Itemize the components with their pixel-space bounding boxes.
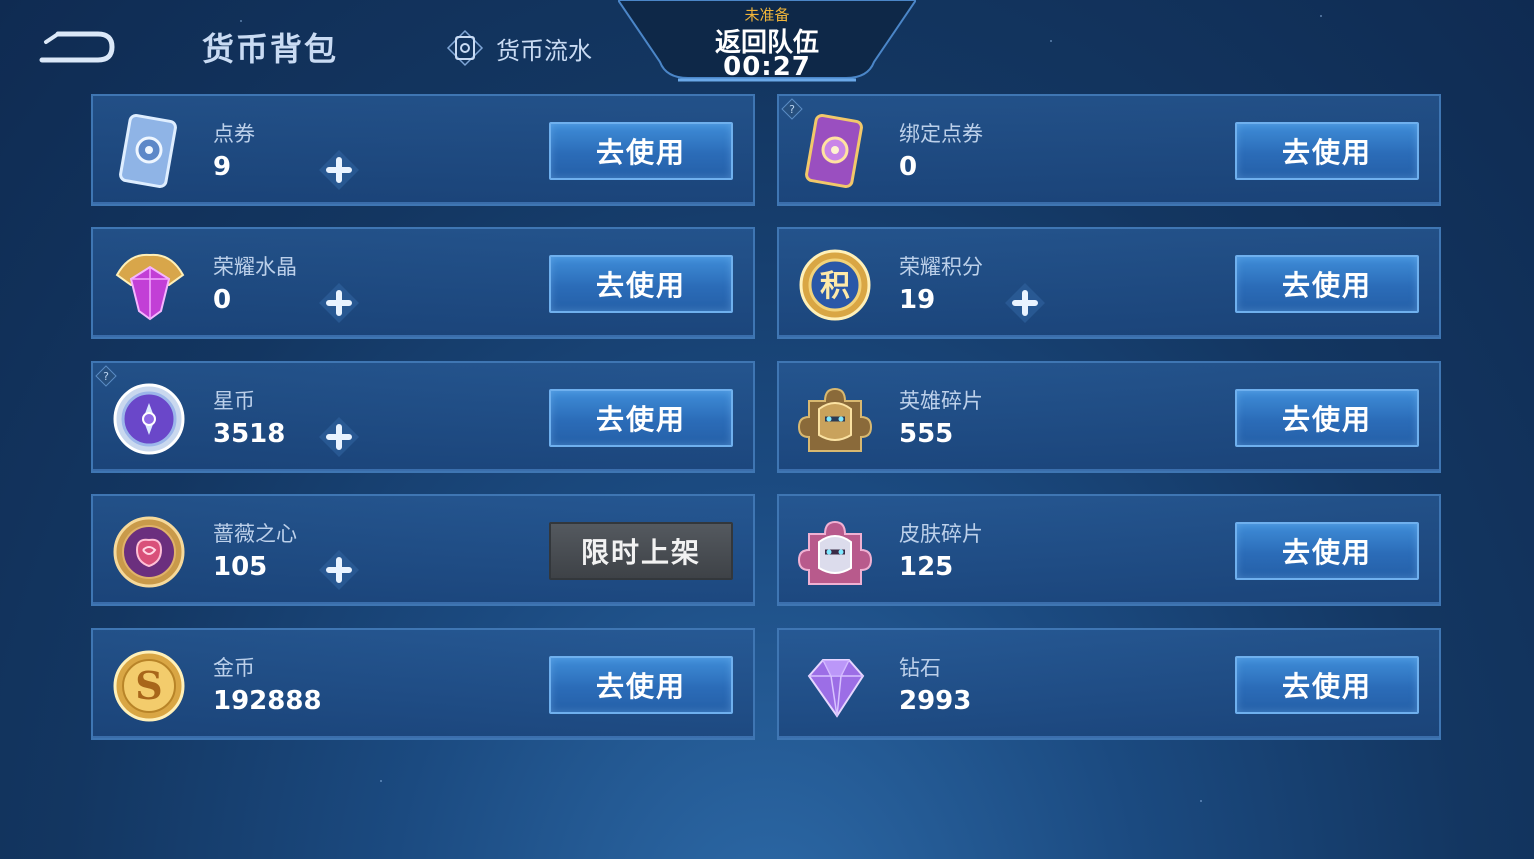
currency-amount: 192888: [213, 686, 322, 716]
use-button[interactable]: 去使用: [1235, 122, 1419, 180]
currency-name: 荣耀积分: [899, 255, 983, 279]
currency-card-hero-fragment: 英雄碎片 555 去使用: [777, 361, 1441, 473]
currency-card-rose-heart: 蔷薇之心 105 限时上架: [91, 494, 755, 606]
hero-fragment-icon: [797, 387, 873, 452]
use-button[interactable]: 去使用: [549, 656, 733, 714]
currency-card-skin-fragment: 皮肤碎片 125 去使用: [777, 494, 1441, 606]
use-button[interactable]: 去使用: [549, 255, 733, 313]
currency-card-diamond: 钻石 2993 去使用: [777, 628, 1441, 740]
plus-icon[interactable]: [317, 281, 361, 325]
currency-amount: 555: [899, 419, 954, 449]
currency-amount: 9: [213, 152, 232, 182]
plus-icon[interactable]: [317, 415, 361, 459]
currency-flow-link[interactable]: 货币流水: [446, 28, 592, 68]
background-star: [240, 20, 242, 22]
currency-name: 皮肤碎片: [899, 522, 983, 546]
limited-time-button[interactable]: 限时上架: [549, 522, 733, 580]
currency-amount: 125: [899, 552, 954, 582]
currency-name: 金币: [213, 656, 255, 680]
bound-ticket-icon: [805, 113, 863, 189]
currency-name: 蔷薇之心: [213, 522, 297, 546]
plus-icon[interactable]: [317, 148, 361, 192]
glory-points-icon: 积: [799, 249, 871, 321]
skin-fragment-icon: [797, 520, 873, 585]
back-button[interactable]: [36, 26, 118, 68]
currency-card-gold-coin: S 金币 192888 去使用: [91, 628, 755, 740]
currency-name: 英雄碎片: [899, 389, 983, 413]
plus-icon[interactable]: [317, 548, 361, 592]
background-star: [1050, 40, 1052, 42]
ticket-icon: [119, 113, 177, 189]
use-button[interactable]: 去使用: [1235, 255, 1419, 313]
glory-crystal-icon: [115, 253, 185, 321]
background-star: [1200, 800, 1202, 802]
currency-amount: 2993: [899, 686, 972, 716]
use-button[interactable]: 去使用: [1235, 656, 1419, 714]
currency-name: 星币: [213, 389, 255, 413]
page-title: 货币背包: [202, 30, 339, 68]
currency-amount: 0: [213, 285, 232, 315]
gold-coin-icon: S: [113, 650, 185, 722]
svg-text:S: S: [135, 663, 162, 708]
star-coin-icon: [113, 383, 185, 455]
diamond-icon: [807, 659, 865, 718]
use-button[interactable]: 去使用: [1235, 389, 1419, 447]
currency-amount: 105: [213, 552, 268, 582]
currency-name: 点券: [213, 122, 255, 146]
use-button[interactable]: 去使用: [549, 389, 733, 447]
background-star: [380, 780, 382, 782]
svg-text:积: 积: [820, 269, 850, 304]
currency-card-glory-crystal: 荣耀水晶 0 去使用: [91, 227, 755, 339]
team-timer: 00:27: [723, 52, 811, 82]
return-team-panel[interactable]: 未准备 返回队伍 00:27: [618, 0, 916, 86]
plus-icon[interactable]: [1003, 281, 1047, 325]
currency-flow-label: 货币流水: [496, 36, 592, 65]
background-star: [1320, 15, 1322, 17]
currency-name: 荣耀水晶: [213, 255, 297, 279]
currency-flow-icon: [446, 29, 484, 67]
rose-heart-icon: [113, 516, 185, 588]
currency-amount: 19: [899, 285, 936, 315]
currency-amount: 0: [899, 152, 918, 182]
use-button[interactable]: 去使用: [549, 122, 733, 180]
currency-card-bound-ticket: ? 绑定点券 0 去使用: [777, 94, 1441, 206]
currency-card-glory-points: 积 荣耀积分 19 去使用: [777, 227, 1441, 339]
currency-card-ticket: 点券 9 去使用: [91, 94, 755, 206]
currency-name: 绑定点券: [899, 122, 983, 146]
currency-amount: 3518: [213, 419, 286, 449]
currency-name: 钻石: [899, 656, 941, 680]
back-arrow-icon: [39, 31, 115, 63]
use-button[interactable]: 去使用: [1235, 522, 1419, 580]
currency-card-star-coin: ? 星币 3518 去使用: [91, 361, 755, 473]
